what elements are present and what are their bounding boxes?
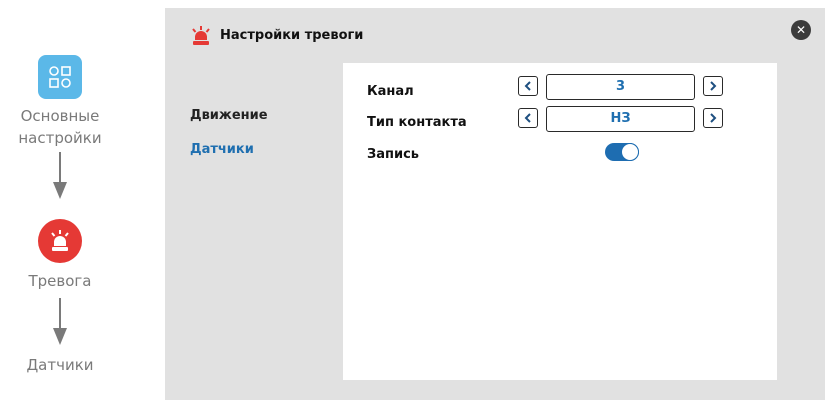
- arrow-down-icon: [53, 152, 67, 199]
- record-toggle[interactable]: [605, 143, 639, 161]
- record-label: Запись: [367, 147, 420, 162]
- flow-step-basic-settings[interactable]: Основные настройки: [0, 105, 120, 149]
- chevron-right-icon: [710, 113, 717, 123]
- alarm-settings-panel: Настройки тревоги ✕ Движение Датчики Кан…: [165, 8, 825, 400]
- contact-type-next-button[interactable]: [703, 108, 723, 128]
- channel-label: Канал: [367, 84, 414, 99]
- siren-icon[interactable]: [38, 219, 82, 263]
- chevron-left-icon: [524, 113, 531, 123]
- arrow-down-icon: [53, 298, 67, 345]
- flow-step-alarm[interactable]: Тревога: [0, 270, 120, 292]
- contact-type-value: НЗ: [546, 106, 695, 132]
- settings-grid-icon[interactable]: [38, 55, 82, 99]
- flow-step-label-line1: Основные: [20, 107, 100, 125]
- channel-next-button[interactable]: [703, 76, 723, 96]
- channel-prev-button[interactable]: [518, 76, 538, 96]
- flow-navigation: Основные настройки Тревога Датчики: [0, 0, 125, 400]
- menu-item-motion[interactable]: Движение: [190, 108, 268, 123]
- page: Основные настройки Тревога Датчики Настр…: [0, 0, 825, 400]
- flow-step-sensors[interactable]: Датчики: [0, 354, 120, 376]
- settings-card: Канал 3 Тип контакта НЗ Запись: [343, 63, 777, 380]
- contact-type-label: Тип контакта: [367, 115, 467, 130]
- chevron-left-icon: [524, 81, 531, 91]
- siren-icon: [192, 26, 210, 45]
- channel-value: 3: [546, 74, 695, 100]
- flow-step-label-line2: настройки: [18, 129, 102, 147]
- toggle-knob: [621, 143, 639, 161]
- chevron-right-icon: [710, 81, 717, 91]
- contact-type-prev-button[interactable]: [518, 108, 538, 128]
- dialog-title: Настройки тревоги: [220, 28, 364, 43]
- menu-item-sensors[interactable]: Датчики: [190, 142, 254, 157]
- close-icon[interactable]: ✕: [791, 20, 811, 40]
